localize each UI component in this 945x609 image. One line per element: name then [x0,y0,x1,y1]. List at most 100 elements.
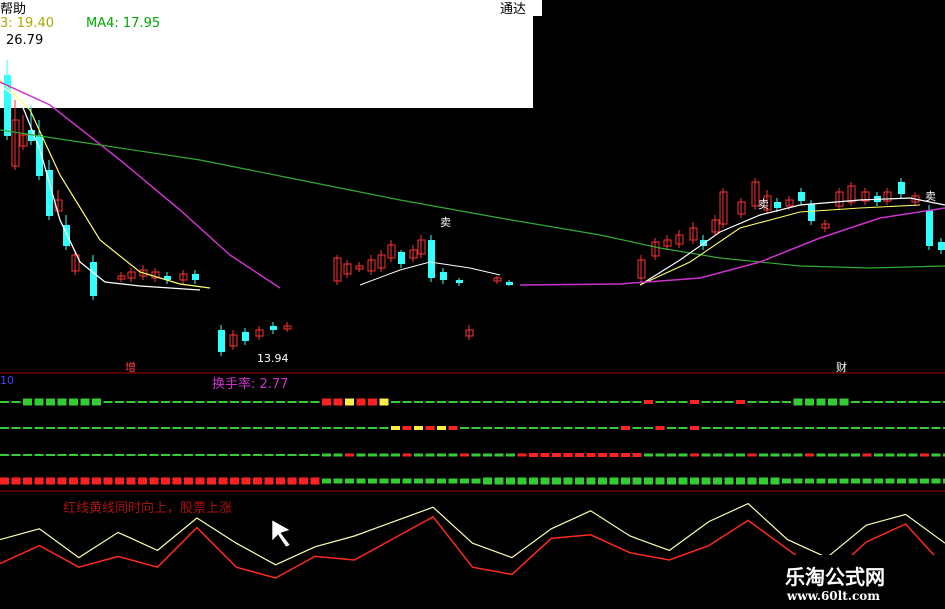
heat-cell [276,401,285,403]
candle-body-down [440,272,447,280]
heat-cell [126,427,136,429]
heat-cell [885,478,895,484]
heat-cell [667,477,676,485]
heat-cell [23,427,32,429]
heat-cell [57,398,67,406]
heat-cell [172,427,182,429]
oscillator-note: 红线黄线同时向上，股票上涨 [63,501,233,516]
heat-cell [483,401,492,403]
heat-cell [11,477,21,485]
candle-marker-right: 财 [836,361,847,374]
heat-cell [264,454,274,456]
heat-cell [782,401,791,403]
heat-cell [839,453,849,457]
heat-cell [46,454,55,456]
heat-cell [23,398,32,406]
heat-cell [713,477,722,485]
heat-cell [287,401,297,403]
heat-cell [149,477,159,485]
heat-cell [414,401,423,403]
heat-cell [333,398,343,406]
heat-cell [0,427,9,429]
heat-cell [402,426,412,430]
heat-cell [506,477,515,485]
heat-cell [379,453,389,457]
heat-cell [713,427,722,429]
heat-cell [759,427,768,429]
heat-cell [414,426,423,430]
heat-cell [92,454,101,456]
heat-cell [678,401,688,403]
heat-cell [874,478,883,484]
heat-cell [34,454,44,456]
heat-cell [310,477,320,485]
heat-cell [230,454,239,456]
heat-cell [575,477,584,485]
heat-cell [678,427,688,429]
heat-cell [747,427,757,429]
heat-cell [425,401,435,403]
heat-cell [471,401,481,403]
heat-cell [34,477,44,485]
turnover-label: 换手率: 2.77 [212,377,289,392]
heat-cell [805,398,814,406]
heat-cell [345,453,354,457]
heat-cell [563,401,573,403]
heat-cell [609,427,619,429]
heat-cell [92,427,101,429]
heat-cell [115,454,124,456]
heat-cell [782,427,791,429]
heat-cell [46,398,55,406]
heat-cell [805,453,814,457]
candle-body-down [398,252,405,264]
candle-body-down [774,202,781,208]
heat-cell [368,398,377,406]
heat-cell [287,454,297,456]
heat-cell [103,401,113,403]
heat-cell [874,427,883,429]
heat-cell [517,453,527,457]
heat-cell [885,453,895,457]
heat-cell [782,453,791,457]
heat-cell [851,427,860,429]
heat-cell [540,401,550,403]
heat-cell [575,453,584,457]
heat-cell [805,478,814,484]
heat-cell [195,427,205,429]
heat-cell [931,453,941,457]
heat-cell [333,427,343,429]
heat-cell [897,427,906,429]
heat-cell [253,427,262,429]
heat-cell [816,427,826,429]
heat-cell [701,477,711,485]
heat-cell [552,477,561,485]
heat-cell [425,426,435,430]
heat-cell [460,427,469,429]
heat-cell [11,401,21,403]
heat-cell [57,454,67,456]
heat-cell [425,453,435,457]
heat-cell [713,453,722,457]
heat-cell [103,427,113,429]
heat-cell [897,453,906,457]
candle-body-down [90,262,97,296]
heat-cell [46,427,55,429]
price-high-label: 26.79 [6,33,44,48]
heat-cell [402,453,412,457]
heat-cell [632,427,642,429]
panel-left-fragment: 10 [0,374,14,387]
heat-cell [161,477,170,485]
heat-cell [540,427,550,429]
heat-cell [103,477,113,485]
heat-cell [161,427,170,429]
heat-cell [310,454,320,456]
heat-cell [655,477,665,485]
heat-cell [747,401,757,403]
heat-cell [241,454,251,456]
heat-cell [609,477,619,485]
heat-cell [391,453,400,457]
candle-body-down [926,210,933,246]
heat-cell [379,427,389,429]
heat-cell [471,427,481,429]
heat-cell [920,478,929,484]
